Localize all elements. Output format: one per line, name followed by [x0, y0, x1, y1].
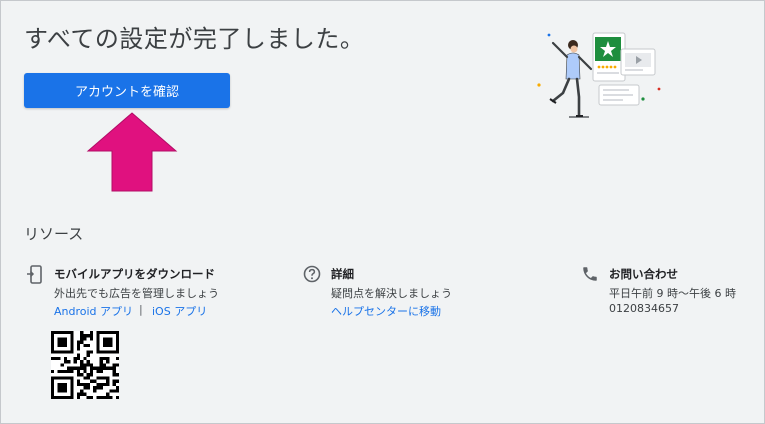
page-frame: すべての設定が完了しました。 アカウントを確認 リソース モバイルアプリをダウン…: [0, 0, 765, 424]
help-center-link[interactable]: ヘルプセンターに移動: [331, 303, 441, 319]
mobile-app-title: モバイルアプリをダウンロード: [54, 267, 215, 281]
page-title: すべての設定が完了しました。: [24, 25, 365, 53]
help-circle-icon: [303, 265, 321, 283]
android-app-link[interactable]: Android アプリ: [54, 303, 133, 319]
contact-hours: 平日午前 9 時～午後 6 時: [609, 287, 736, 300]
view-account-button[interactable]: アカウントを確認: [24, 73, 230, 108]
celebration-illustration: [537, 32, 661, 118]
contact-phone-number: 0120834657: [609, 302, 679, 315]
details-title: 詳細: [331, 267, 354, 281]
ios-app-link[interactable]: iOS アプリ: [152, 303, 207, 319]
app-download-qr-code: [51, 331, 119, 399]
details-description: 疑問点を解決しましょう: [331, 287, 452, 300]
mobile-app-description: 外出先でも広告を管理しましょう: [54, 287, 219, 300]
phone-icon: [583, 267, 597, 281]
link-separator: |: [139, 303, 143, 316]
phone-app-icon: [27, 265, 42, 284]
resources-heading: リソース: [24, 225, 84, 243]
annotation-up-arrow: [86, 112, 178, 192]
contact-title: お問い合わせ: [609, 267, 678, 281]
